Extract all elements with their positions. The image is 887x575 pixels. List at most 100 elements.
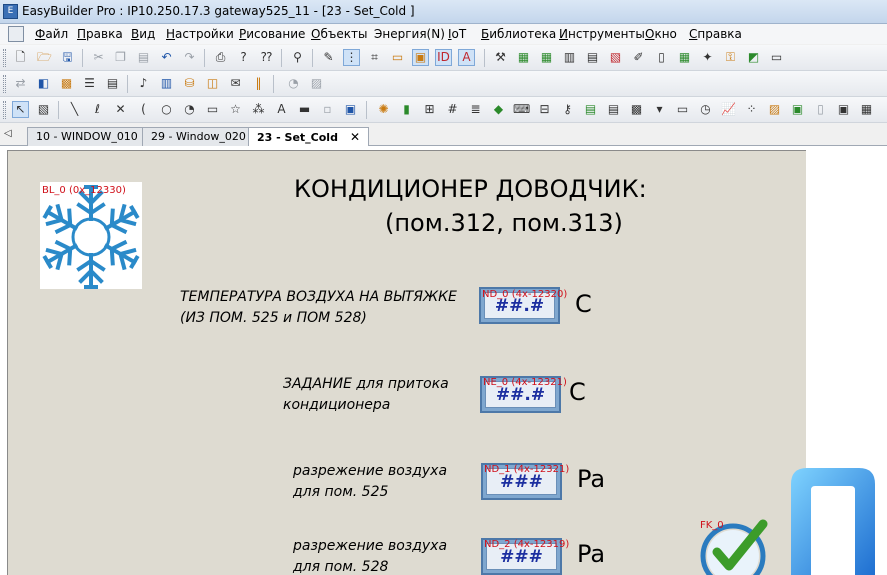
stack-icon[interactable]: ≣ bbox=[467, 101, 484, 118]
toolbar-grip[interactable] bbox=[3, 49, 6, 67]
table-icon[interactable]: ▦ bbox=[676, 49, 693, 66]
snap-icon[interactable]: ⌗ bbox=[366, 49, 383, 66]
line-icon[interactable]: ╲ bbox=[66, 101, 83, 118]
combo-icon[interactable]: ▾ bbox=[651, 101, 668, 118]
note-icon[interactable]: ✉ bbox=[227, 75, 244, 92]
tab-set-cold[interactable]: 23 - Set_Cold ✕ bbox=[248, 127, 370, 147]
menu-edit[interactable]: Правка bbox=[77, 27, 123, 41]
menu-help[interactable]: Справка bbox=[689, 27, 742, 41]
document-system-menu-icon[interactable] bbox=[8, 26, 24, 42]
menu-tools[interactable]: Инструменты bbox=[559, 27, 645, 41]
date-icon[interactable]: ▭ bbox=[674, 101, 691, 118]
file-icon[interactable]: ▯ bbox=[653, 49, 670, 66]
download-icon[interactable]: ▤ bbox=[584, 49, 601, 66]
picture-icon[interactable]: ▩ bbox=[58, 75, 75, 92]
clock-icon[interactable]: ◷ bbox=[697, 101, 714, 118]
print-icon[interactable]: ⎙ bbox=[212, 49, 229, 66]
function-key-confirm[interactable]: FK_0 bbox=[697, 518, 773, 575]
word-lamp-icon[interactable]: ◧ bbox=[35, 75, 52, 92]
menu-window[interactable]: Окно bbox=[645, 27, 677, 41]
pen-icon[interactable]: ✎ bbox=[320, 49, 337, 66]
scatter-icon[interactable]: ⁘ bbox=[743, 101, 760, 118]
toolbar-grip[interactable] bbox=[3, 101, 6, 119]
database-icon[interactable]: ⛁ bbox=[181, 75, 198, 92]
menu-objects[interactable]: Объекты bbox=[311, 27, 367, 41]
recipe-icon[interactable]: ▨ bbox=[766, 101, 783, 118]
keyboard-icon[interactable]: ⌨ bbox=[513, 101, 530, 118]
slider-icon[interactable]: ⊟ bbox=[536, 101, 553, 118]
cmt-icon[interactable]: ▭ bbox=[768, 49, 785, 66]
context-help-icon[interactable]: ⁇ bbox=[258, 49, 275, 66]
bin-icon[interactable]: ▤ bbox=[582, 101, 599, 118]
menu-draw[interactable]: Рисование bbox=[239, 27, 305, 41]
more-icon[interactable]: ▦ bbox=[858, 101, 875, 118]
text-icon[interactable]: A bbox=[273, 101, 290, 118]
menu-energy[interactable]: Энергия(N) bbox=[374, 27, 445, 41]
meter-icon[interactable]: ▨ bbox=[308, 75, 325, 92]
cross-icon[interactable]: ✕ bbox=[112, 101, 129, 118]
copy-icon[interactable]: ❐ bbox=[112, 49, 129, 66]
show-address-icon[interactable]: A bbox=[458, 49, 475, 66]
gem-icon[interactable]: ◆ bbox=[490, 101, 507, 118]
pick-icon[interactable]: ✦ bbox=[699, 49, 716, 66]
menu-file[interactable]: Файл bbox=[35, 27, 68, 41]
chart-icon[interactable]: ▥ bbox=[158, 75, 175, 92]
save-icon[interactable]: 🖫 bbox=[59, 49, 76, 66]
undo-icon[interactable]: ↶ bbox=[158, 49, 175, 66]
abc-icon[interactable]: ▤ bbox=[605, 101, 622, 118]
document-icon[interactable]: ▯ bbox=[812, 101, 829, 118]
tab-window-010[interactable]: 10 - WINDOW_010 bbox=[27, 127, 147, 146]
qr-icon[interactable]: ▩ bbox=[628, 101, 645, 118]
rectangle-icon[interactable]: ▭ bbox=[204, 101, 221, 118]
offline-sim-icon[interactable]: ▦ bbox=[538, 49, 555, 66]
redo-icon[interactable]: ↷ bbox=[181, 49, 198, 66]
toolbar-grip[interactable] bbox=[3, 75, 6, 93]
bars-icon[interactable]: ‖ bbox=[250, 75, 267, 92]
bulb-icon[interactable]: ✺ bbox=[375, 101, 392, 118]
close-icon[interactable]: ✕ bbox=[350, 130, 360, 144]
trend-icon[interactable]: 📈 bbox=[720, 101, 737, 118]
open-folder-icon[interactable]: 🗁 bbox=[36, 49, 53, 66]
arc-icon[interactable]: ( bbox=[135, 101, 152, 118]
edit-icon[interactable]: ✐ bbox=[630, 49, 647, 66]
circle-icon[interactable]: ○ bbox=[158, 101, 175, 118]
list-icon[interactable]: ☰ bbox=[81, 75, 98, 92]
overlay-icon[interactable]: ▣ bbox=[412, 49, 429, 66]
window-icon[interactable]: ▭ bbox=[389, 49, 406, 66]
find-icon[interactable]: ⚲ bbox=[289, 49, 306, 66]
layers-icon[interactable]: ◫ bbox=[204, 75, 221, 92]
placeholder-icon[interactable]: ▫ bbox=[319, 101, 336, 118]
select-pointer-icon[interactable]: ↖ bbox=[12, 101, 29, 118]
show-id-icon[interactable]: ID bbox=[435, 49, 452, 66]
music-icon[interactable]: ♪ bbox=[135, 75, 152, 92]
snowflake-bit-lamp[interactable]: BL_0 (0x_12330) bbox=[39, 182, 143, 289]
frame-icon[interactable]: ▣ bbox=[342, 101, 359, 118]
bit-lamp-icon[interactable]: ⇄ bbox=[12, 75, 29, 92]
key-input-icon[interactable]: ⚷ bbox=[559, 101, 576, 118]
polyline-icon[interactable]: ℓ bbox=[89, 101, 106, 118]
tools-icon[interactable]: ⚒ bbox=[492, 49, 509, 66]
tab-scroll-left-icon[interactable]: ◁ bbox=[4, 128, 12, 139]
menu-view[interactable]: Вид bbox=[131, 27, 155, 41]
alarm-icon[interactable]: ▣ bbox=[789, 101, 806, 118]
numeric-input-icon[interactable]: # bbox=[444, 101, 461, 118]
traffic-light-icon[interactable]: ▮ bbox=[398, 101, 415, 118]
sd-icon[interactable]: ▧ bbox=[607, 49, 624, 66]
properties-icon[interactable]: ▧ bbox=[35, 101, 52, 118]
tab-window-020[interactable]: 29 - Window_020 bbox=[142, 127, 255, 146]
flag-icon[interactable]: ◩ bbox=[745, 49, 762, 66]
new-file-icon[interactable]: 🗋 bbox=[12, 49, 29, 66]
star-icon[interactable]: ☆ bbox=[227, 101, 244, 118]
cut-icon[interactable]: ✂ bbox=[90, 49, 107, 66]
menu-iot[interactable]: IoT bbox=[448, 27, 466, 41]
paste-icon[interactable]: ▤ bbox=[135, 49, 152, 66]
menu-settings[interactable]: Настройки bbox=[166, 27, 234, 41]
photo-icon[interactable]: ▣ bbox=[835, 101, 852, 118]
image-icon[interactable]: ▬ bbox=[296, 101, 313, 118]
pie-icon[interactable]: ◔ bbox=[181, 101, 198, 118]
numeric-icon[interactable]: ⊞ bbox=[421, 101, 438, 118]
scale-icon[interactable]: ⁂ bbox=[250, 101, 267, 118]
menu-library[interactable]: Библиотека bbox=[481, 27, 556, 41]
help-icon[interactable]: ? bbox=[235, 49, 252, 66]
online-sim-icon[interactable]: ▥ bbox=[561, 49, 578, 66]
